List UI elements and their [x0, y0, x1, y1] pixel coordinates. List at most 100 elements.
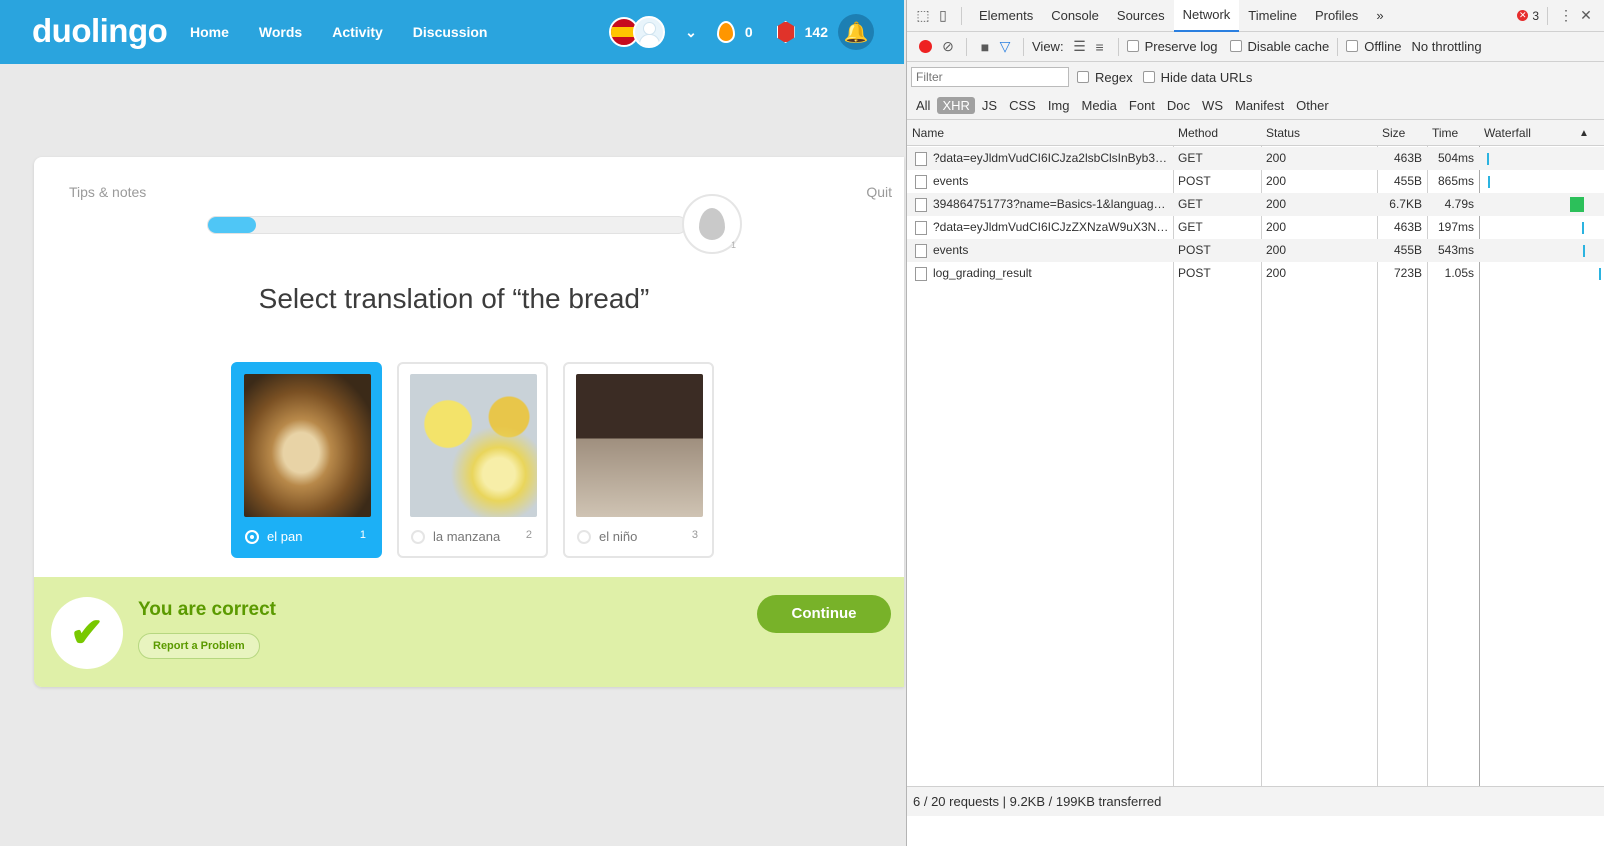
cell-status: 200	[1266, 151, 1287, 165]
nav-discussion[interactable]: Discussion	[413, 24, 488, 40]
kebab-menu-icon[interactable]: ⋮	[1556, 7, 1576, 24]
offline-checkbox[interactable]: Offline	[1346, 39, 1402, 54]
choice-card-el-pan[interactable]: el pan 1	[231, 362, 382, 558]
type-doc[interactable]: Doc	[1162, 97, 1195, 114]
tab-elements[interactable]: Elements	[970, 0, 1042, 32]
document-icon	[915, 244, 927, 258]
col-waterfall[interactable]: Waterfall	[1484, 126, 1531, 140]
devtools-tab-bar: ⬚ ▯ Elements Console Sources Network Tim…	[907, 0, 1604, 32]
table-row[interactable]: ?data=eyJldmVudCI6ICJzZXNzaW9uX3N… GET 200…	[907, 216, 1604, 239]
col-time[interactable]: Time	[1432, 126, 1458, 140]
list-view-icon[interactable]: ☰	[1070, 38, 1090, 55]
type-js[interactable]: JS	[977, 97, 1002, 114]
type-img[interactable]: Img	[1043, 97, 1075, 114]
report-problem-button[interactable]: Report a Problem	[138, 633, 260, 659]
tab-console[interactable]: Console	[1042, 0, 1108, 32]
inspect-element-icon[interactable]: ⬚	[913, 7, 933, 24]
preserve-log-checkbox[interactable]: Preserve log	[1126, 39, 1218, 54]
table-row[interactable]: events POST 200 455B 865ms	[907, 170, 1604, 193]
type-manifest[interactable]: Manifest	[1230, 97, 1289, 114]
nav-words[interactable]: Words	[259, 24, 302, 40]
hide-data-urls-checkbox[interactable]: Hide data URLs	[1142, 70, 1252, 85]
waterfall-bar	[1582, 222, 1585, 234]
cell-time: 1.05s	[1444, 266, 1474, 280]
cell-name: log_grading_result	[933, 266, 1032, 280]
table-row[interactable]: ?data=eyJldmVudCI6ICJza2lsbClsInByb3… GET…	[907, 147, 1604, 170]
network-toolbar: ⊘ ■ ▽ View: ☰ ≡ Preserve log Disable cac…	[907, 32, 1604, 62]
quit-link[interactable]: Quit	[866, 184, 892, 200]
col-method[interactable]: Method	[1178, 126, 1218, 140]
sort-ascending-icon[interactable]: ▲	[1579, 128, 1589, 139]
error-count: 3	[1532, 8, 1539, 23]
type-xhr[interactable]: XHR	[937, 97, 975, 114]
chevron-down-icon[interactable]: ⌄	[685, 24, 697, 41]
nav-home[interactable]: Home	[190, 24, 229, 40]
error-counter[interactable]: ✕ 3	[1517, 9, 1539, 23]
streak-flame-icon[interactable]	[716, 21, 735, 43]
top-nav-bar: duolingo Home Words Activity Discussion …	[0, 0, 904, 64]
cell-time: 543ms	[1437, 243, 1474, 257]
regex-checkbox[interactable]: Regex	[1077, 70, 1133, 85]
type-media[interactable]: Media	[1076, 97, 1121, 114]
clear-icon[interactable]: ⊘	[938, 38, 958, 55]
notifications-bell-icon[interactable]: 🔔	[838, 14, 874, 50]
continue-button[interactable]: Continue	[757, 595, 891, 633]
cell-status: 200	[1266, 174, 1287, 188]
nav-activity[interactable]: Activity	[332, 24, 383, 40]
type-font[interactable]: Font	[1124, 97, 1160, 114]
type-all[interactable]: All	[911, 97, 935, 114]
choice-card-el-nino[interactable]: el niño 3	[563, 362, 714, 558]
resource-type-filter: All XHR JS CSS Img Media Font Doc WS Man…	[907, 92, 1604, 120]
choice-radio[interactable]	[411, 530, 425, 544]
streak-count: 0	[744, 24, 753, 40]
table-row[interactable]: log_grading_result POST 200 723B 1.05s	[907, 262, 1604, 285]
divider	[1337, 37, 1339, 56]
cell-time: 197ms	[1437, 220, 1474, 234]
cell-size: 455B	[1393, 243, 1422, 257]
avatar[interactable]	[633, 16, 666, 48]
record-icon[interactable]	[919, 40, 932, 53]
view-label: View:	[1032, 39, 1064, 54]
cell-name: events	[933, 174, 969, 188]
tips-notes-link[interactable]: Tips & notes	[69, 184, 146, 200]
cell-method: POST	[1178, 266, 1211, 280]
table-row[interactable]: 394864751773?name=Basics-1&languag… GET 20…	[907, 193, 1604, 216]
filter-icon[interactable]: ▽	[995, 38, 1015, 55]
tab-network[interactable]: Network	[1173, 0, 1240, 32]
more-tabs-button[interactable]: »	[1367, 0, 1392, 32]
device-mode-icon[interactable]: ▯	[933, 7, 953, 24]
network-summary: 6 / 20 requests | 9.2KB / 199KB transfer…	[907, 786, 1604, 816]
type-css[interactable]: CSS	[1004, 97, 1041, 114]
waterfall-bar	[1598, 268, 1601, 280]
disable-cache-checkbox[interactable]: Disable cache	[1229, 39, 1329, 54]
cell-method: POST	[1178, 243, 1211, 257]
type-other[interactable]: Other	[1291, 97, 1334, 114]
waterfall-view-icon[interactable]: ≡	[1090, 39, 1110, 55]
tab-timeline[interactable]: Timeline	[1239, 0, 1306, 32]
choice-radio[interactable]	[245, 530, 259, 544]
cell-status: 200	[1266, 220, 1287, 234]
duolingo-pane: duolingo Home Words Activity Discussion …	[0, 0, 904, 846]
document-icon	[915, 152, 927, 166]
type-ws[interactable]: WS	[1197, 97, 1228, 114]
col-size[interactable]: Size	[1382, 126, 1405, 140]
throttling-select[interactable]: No throttling	[1412, 39, 1482, 54]
choice-radio[interactable]	[577, 530, 591, 544]
lingot-gem-icon[interactable]	[776, 21, 795, 43]
col-name[interactable]: Name	[912, 126, 944, 140]
tab-sources[interactable]: Sources	[1108, 0, 1174, 32]
duolingo-logo[interactable]: duolingo	[32, 12, 168, 50]
error-icon: ✕	[1517, 10, 1529, 21]
devtools-panel: ⬚ ▯ Elements Console Sources Network Tim…	[906, 0, 1604, 846]
table-row[interactable]: events POST 200 455B 543ms	[907, 239, 1604, 262]
close-icon[interactable]: ✕	[1576, 7, 1596, 24]
tab-profiles[interactable]: Profiles	[1306, 0, 1367, 32]
filter-input[interactable]	[911, 67, 1069, 87]
capture-screenshots-icon[interactable]: ■	[975, 39, 995, 55]
lesson-progress-bar	[207, 216, 687, 234]
progress-fill	[208, 217, 256, 233]
checkmark-icon: ✔	[51, 597, 123, 669]
col-status[interactable]: Status	[1266, 126, 1300, 140]
cell-time: 4.79s	[1444, 197, 1474, 211]
choice-card-la-manzana[interactable]: la manzana 2	[397, 362, 548, 558]
